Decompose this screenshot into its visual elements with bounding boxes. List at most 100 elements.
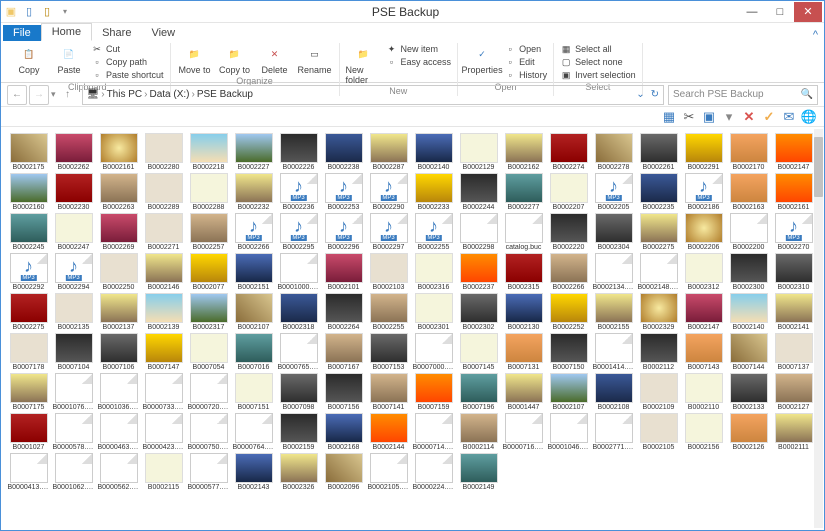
file-item[interactable]: B0002143: [232, 453, 275, 491]
file-item[interactable]: B0002238: [322, 133, 365, 171]
copyto-button[interactable]: 📁Copy to: [217, 43, 253, 75]
back-button[interactable]: ←: [7, 85, 27, 105]
file-item[interactable]: B0002237: [457, 253, 500, 291]
tab-share[interactable]: Share: [92, 25, 141, 41]
file-item[interactable]: B0002096: [322, 453, 365, 491]
file-item[interactable]: B0007153: [367, 333, 410, 371]
file-item[interactable]: ♪B0002236: [277, 173, 320, 211]
file-item[interactable]: B0002140: [412, 133, 455, 171]
breadcrumb[interactable]: 🖥 › This PC › Data (X:) › PSE Backup ⌄ ↻: [82, 85, 664, 105]
file-item[interactable]: B0002107: [232, 293, 275, 331]
file-item[interactable]: B0002275: [637, 213, 680, 251]
easyaccess-button[interactable]: ▫Easy access: [386, 56, 452, 68]
file-item[interactable]: B0002156: [682, 413, 725, 451]
file-item[interactable]: B0001036.smp: [97, 373, 140, 411]
file-item[interactable]: B0000423.smp: [142, 413, 185, 451]
file-item[interactable]: B0002175: [7, 133, 50, 171]
file-item[interactable]: B0007104: [52, 333, 95, 371]
copypath-button[interactable]: ▫Copy path: [91, 56, 164, 68]
file-item[interactable]: B0002140: [727, 293, 770, 331]
file-item[interactable]: B0002227: [232, 133, 275, 171]
file-item[interactable]: B0000720.smp: [187, 373, 230, 411]
scrollbar-thumb[interactable]: [814, 137, 823, 197]
qat-dropdown[interactable]: ▾: [57, 4, 73, 20]
file-item[interactable]: ♪B0002297: [367, 213, 410, 251]
copy-button[interactable]: 📋Copy: [11, 43, 47, 75]
tool-icon[interactable]: ▦: [662, 110, 676, 124]
qat-item[interactable]: ▯: [39, 4, 55, 20]
tool-icon[interactable]: ▾: [722, 110, 736, 124]
tool-icon[interactable]: ▣: [702, 110, 716, 124]
check-icon[interactable]: ✓: [762, 110, 776, 124]
file-item[interactable]: B0002146: [142, 253, 185, 291]
file-item[interactable]: B0002316: [412, 253, 455, 291]
delete-button[interactable]: ✕Delete: [257, 43, 293, 75]
file-item[interactable]: B0002170: [727, 133, 770, 171]
file-item[interactable]: B0000714.smp: [412, 413, 455, 451]
file-item[interactable]: B0002162: [502, 133, 545, 171]
file-item[interactable]: B0002160: [7, 173, 50, 211]
up-button[interactable]: ↑: [58, 85, 78, 105]
file-item[interactable]: B0002207: [547, 173, 590, 211]
mail-icon[interactable]: ✉: [782, 110, 796, 124]
file-item[interactable]: B0002232: [232, 173, 275, 211]
file-item[interactable]: B0002312: [682, 253, 725, 291]
file-item[interactable]: B0002163: [727, 173, 770, 211]
file-item[interactable]: B0002252: [547, 293, 590, 331]
file-item[interactable]: B0002130: [502, 293, 545, 331]
minimize-button[interactable]: —: [738, 2, 766, 22]
file-item[interactable]: B0002301: [412, 293, 455, 331]
file-item[interactable]: B0000764.smp: [232, 413, 275, 451]
file-item[interactable]: B0007151: [232, 373, 275, 411]
file-item[interactable]: B0007000.smp: [412, 333, 455, 371]
selectall-button[interactable]: ▦Select all: [560, 43, 636, 55]
history-button[interactable]: ▫History: [504, 69, 547, 81]
tab-file[interactable]: File: [3, 25, 41, 41]
file-item[interactable]: B0002137: [97, 293, 140, 331]
file-item[interactable]: B0000463.smp: [97, 413, 140, 451]
file-item[interactable]: ♪B0002255: [412, 213, 455, 251]
file-item[interactable]: B0001046.smp: [547, 413, 590, 451]
file-item[interactable]: B0002233: [412, 173, 455, 211]
file-item[interactable]: B0002289: [142, 173, 185, 211]
pasteshortcut-button[interactable]: ▫Paste shortcut: [91, 69, 164, 81]
ribbon-collapse-icon[interactable]: ^: [813, 29, 824, 41]
file-item[interactable]: catalog.buc: [502, 213, 545, 251]
file-item[interactable]: B0002271: [142, 213, 185, 251]
file-item[interactable]: B0000716.smp: [502, 413, 545, 451]
file-item[interactable]: B0002105: [637, 413, 680, 451]
file-item[interactable]: B0002105.smp: [367, 453, 410, 491]
file-item[interactable]: B0002134.cache: [592, 253, 635, 291]
file-item[interactable]: B0007175: [7, 373, 50, 411]
file-item[interactable]: B0002226: [277, 133, 320, 171]
file-item[interactable]: B0002151: [232, 253, 275, 291]
paste-button[interactable]: 📄Paste: [51, 43, 87, 75]
file-item[interactable]: B0002147: [772, 133, 814, 171]
newitem-button[interactable]: ✦New item: [386, 43, 452, 55]
file-item[interactable]: ♪B0002186: [682, 173, 725, 211]
crumb-folder[interactable]: PSE Backup: [197, 89, 253, 100]
file-item[interactable]: B0000578.smp: [52, 413, 95, 451]
file-item[interactable]: B0002317: [187, 293, 230, 331]
file-item[interactable]: B0002771.smp: [592, 413, 635, 451]
file-item[interactable]: B0007137: [772, 333, 814, 371]
file-item[interactable]: B0002315: [502, 253, 545, 291]
close-button[interactable]: ✕: [794, 2, 822, 22]
file-item[interactable]: B0002247: [52, 213, 95, 251]
file-item[interactable]: B0002135: [52, 293, 95, 331]
file-item[interactable]: B0002127: [772, 373, 814, 411]
file-item[interactable]: B0007131: [502, 333, 545, 371]
file-item[interactable]: B0002304: [592, 213, 635, 251]
file-item[interactable]: B0002298: [457, 213, 500, 251]
file-item[interactable]: B0002159: [277, 413, 320, 451]
file-item[interactable]: ♪B0002294: [52, 253, 95, 291]
file-item[interactable]: B0002206: [682, 213, 725, 251]
search-input[interactable]: Search PSE Backup 🔍: [668, 85, 818, 105]
file-item[interactable]: B0002144: [367, 413, 410, 451]
file-item[interactable]: B0002288: [187, 173, 230, 211]
file-item[interactable]: B0002275: [7, 293, 50, 331]
file-item[interactable]: B0007054: [187, 333, 230, 371]
file-item[interactable]: B0002101: [322, 253, 365, 291]
file-item[interactable]: B0002108: [592, 373, 635, 411]
file-item[interactable]: B0002133: [727, 373, 770, 411]
